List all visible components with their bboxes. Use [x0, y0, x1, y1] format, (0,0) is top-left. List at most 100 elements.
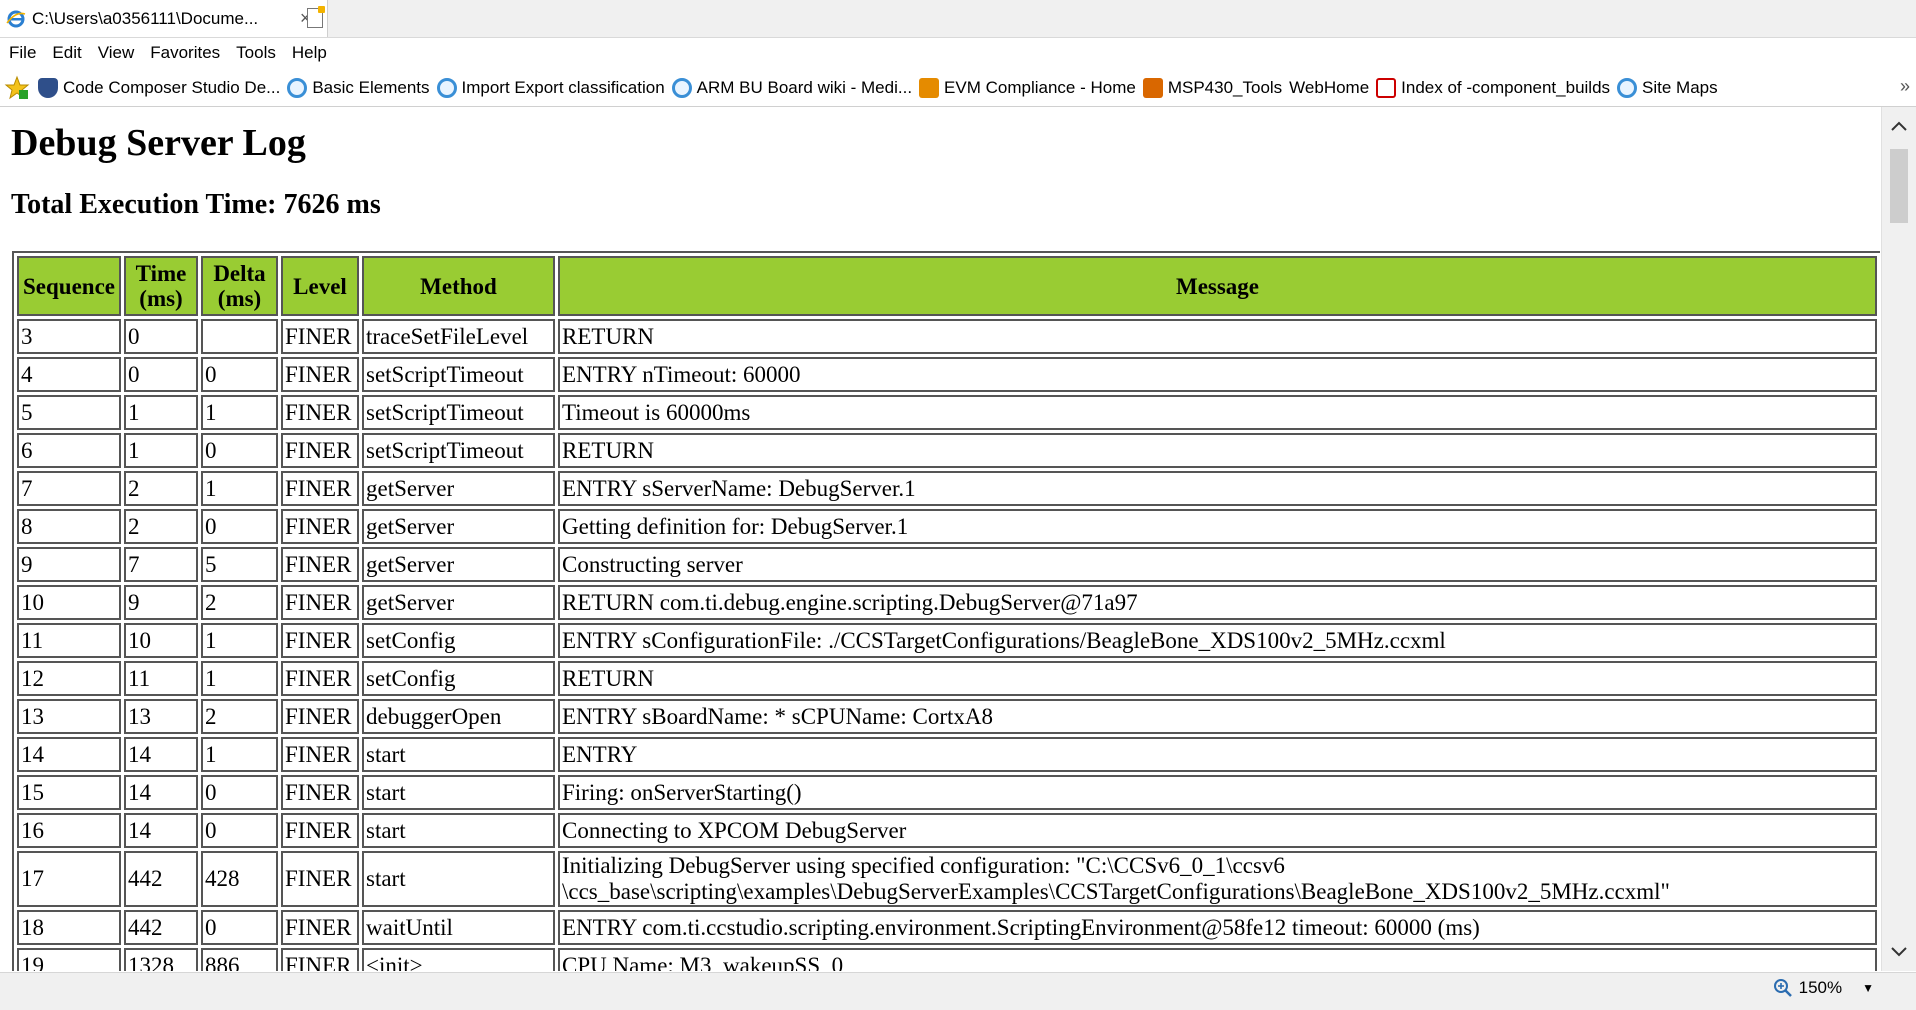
cell-level: FINER: [281, 623, 359, 658]
table-row: 18 442 0 FINER waitUntil ENTRY com.ti.ccstudi…: [17, 910, 1877, 945]
ti-icon: [1376, 78, 1397, 98]
table-row: 5 1 1 FINER setScriptTimeout Timeout is 60000…: [17, 395, 1877, 430]
cell-message: RETURN: [558, 433, 1877, 468]
cell-delta: 0: [201, 910, 278, 945]
favorite-label: Basic Elements: [312, 78, 430, 97]
table-row: 4 0 0 FINER setScriptTimeout ENTRY nTimeout: …: [17, 357, 1877, 392]
zoom-control[interactable]: 150% ▼: [1773, 978, 1874, 998]
cell-delta: 0: [201, 509, 278, 544]
scroll-down-icon[interactable]: [1882, 937, 1916, 967]
vertical-scrollbar[interactable]: [1881, 107, 1916, 971]
cell-message: ENTRY nTimeout: 60000: [558, 357, 1877, 392]
cell-level: FINER: [281, 775, 359, 810]
cell-time: 1: [124, 395, 198, 430]
cell-sequence: 11: [17, 623, 121, 658]
cell-message: ENTRY: [558, 737, 1877, 772]
scrollbar-thumb[interactable]: [1890, 149, 1908, 223]
cell-sequence: 18: [17, 910, 121, 945]
favorites-star-icon[interactable]: [4, 75, 30, 101]
cell-method: setConfig: [362, 623, 555, 658]
cell-method: setScriptTimeout: [362, 433, 555, 468]
menu-favorites[interactable]: Favorites: [142, 43, 228, 63]
cell-message: Constructing server: [558, 547, 1877, 582]
cell-sequence: 8: [17, 509, 121, 544]
cell-sequence: 14: [17, 737, 121, 772]
cell-level: FINER: [281, 910, 359, 945]
table-row: 14 14 1 FINER start ENTRY: [17, 737, 1877, 772]
favorite-basic-elements[interactable]: Basic Elements: [287, 78, 430, 98]
favorite-label: Site Maps: [1642, 78, 1718, 97]
favorite-site-maps[interactable]: Site Maps: [1617, 78, 1718, 98]
browser-tab[interactable]: C:\Users\a0356111\Docume... ×: [0, 0, 328, 37]
cell-sequence: 9: [17, 547, 121, 582]
cell-level: FINER: [281, 813, 359, 848]
cell-sequence: 12: [17, 661, 121, 696]
menu-help[interactable]: Help: [284, 43, 335, 63]
table-row: 11 10 1 FINER setConfig ENTRY sConfigurationF…: [17, 623, 1877, 658]
cell-delta: 0: [201, 813, 278, 848]
favorite-label: Import Export classification: [461, 78, 665, 97]
cell-time: 0: [124, 319, 198, 354]
ie-icon: [1617, 78, 1638, 98]
menu-tools[interactable]: Tools: [228, 43, 284, 63]
cell-time: 10: [124, 623, 198, 658]
cell-delta: 2: [201, 585, 278, 620]
ie-icon: [287, 78, 308, 98]
tab-strip: C:\Users\a0356111\Docume... ×: [0, 0, 1916, 38]
cell-method: start: [362, 775, 555, 810]
cell-sequence: 10: [17, 585, 121, 620]
cell-level: FINER: [281, 319, 359, 354]
cell-time: 14: [124, 775, 198, 810]
cell-level: FINER: [281, 509, 359, 544]
menu-edit[interactable]: Edit: [44, 43, 89, 63]
favorite-webhome[interactable]: WebHome: [1289, 78, 1369, 98]
cell-delta: 1: [201, 623, 278, 658]
cell-level: FINER: [281, 585, 359, 620]
table-header-row: Sequence Time (ms) Delta (ms) Level Method…: [17, 256, 1877, 316]
cell-method: setScriptTimeout: [362, 357, 555, 392]
scroll-up-icon[interactable]: [1882, 111, 1916, 141]
cell-method: getServer: [362, 509, 555, 544]
favorite-import-export[interactable]: Import Export classification: [436, 78, 665, 98]
cell-message: ENTRY com.ti.ccstudio.scripting.environm…: [558, 910, 1877, 945]
header-level: Level: [281, 256, 359, 316]
cell-delta: 1: [201, 737, 278, 772]
cell-message: CPU Name: M3_wakeupSS_0: [558, 948, 1877, 971]
cell-time: 1328: [124, 948, 198, 971]
new-tab-button[interactable]: [302, 4, 328, 32]
cell-method: waitUntil: [362, 910, 555, 945]
cell-sequence: 19: [17, 948, 121, 971]
header-method: Method: [362, 256, 555, 316]
cell-sequence: 13: [17, 699, 121, 734]
table-row: 12 11 1 FINER setConfig RETURN: [17, 661, 1877, 696]
favorite-code-composer[interactable]: Code Composer Studio De...: [38, 78, 280, 98]
cell-level: FINER: [281, 357, 359, 392]
cell-method: setConfig: [362, 661, 555, 696]
cell-sequence: 7: [17, 471, 121, 506]
cell-delta: 1: [201, 471, 278, 506]
cell-level: FINER: [281, 547, 359, 582]
ie-icon: [671, 78, 692, 98]
favorites-bar: Code Composer Studio De... Basic Element…: [0, 70, 1916, 107]
favorite-evm-compliance[interactable]: EVM Compliance - Home: [919, 78, 1136, 98]
cell-time: 2: [124, 509, 198, 544]
cell-message: Connecting to XPCOM DebugServer: [558, 813, 1877, 848]
table-row: 13 13 2 FINER debuggerOpen ENTRY sBoardName: …: [17, 699, 1877, 734]
favorite-index-of-builds[interactable]: Index of -component_builds: [1376, 78, 1610, 98]
favorite-arm-bu-board[interactable]: ARM BU Board wiki - Medi...: [671, 78, 912, 98]
header-delta: Delta (ms): [201, 256, 278, 316]
cell-time: 7: [124, 547, 198, 582]
cell-method: getServer: [362, 585, 555, 620]
chevron-right-icon[interactable]: »: [1900, 76, 1910, 97]
menu-view[interactable]: View: [90, 43, 143, 63]
table-body: 3 0 FINER traceSetFileLevel RETURN 4 0 0 FINER se…: [17, 319, 1877, 971]
table-row: 6 1 0 FINER setScriptTimeout RETURN: [17, 433, 1877, 468]
cell-level: FINER: [281, 471, 359, 506]
menu-file[interactable]: File: [0, 43, 44, 63]
shield-icon: [38, 78, 58, 98]
cell-method: start: [362, 851, 555, 907]
cell-time: 14: [124, 737, 198, 772]
cell-time: 2: [124, 471, 198, 506]
table-row: 7 2 1 FINER getServer ENTRY sServerName: Debu…: [17, 471, 1877, 506]
favorite-msp430-tools[interactable]: MSP430_Tools: [1142, 78, 1282, 98]
